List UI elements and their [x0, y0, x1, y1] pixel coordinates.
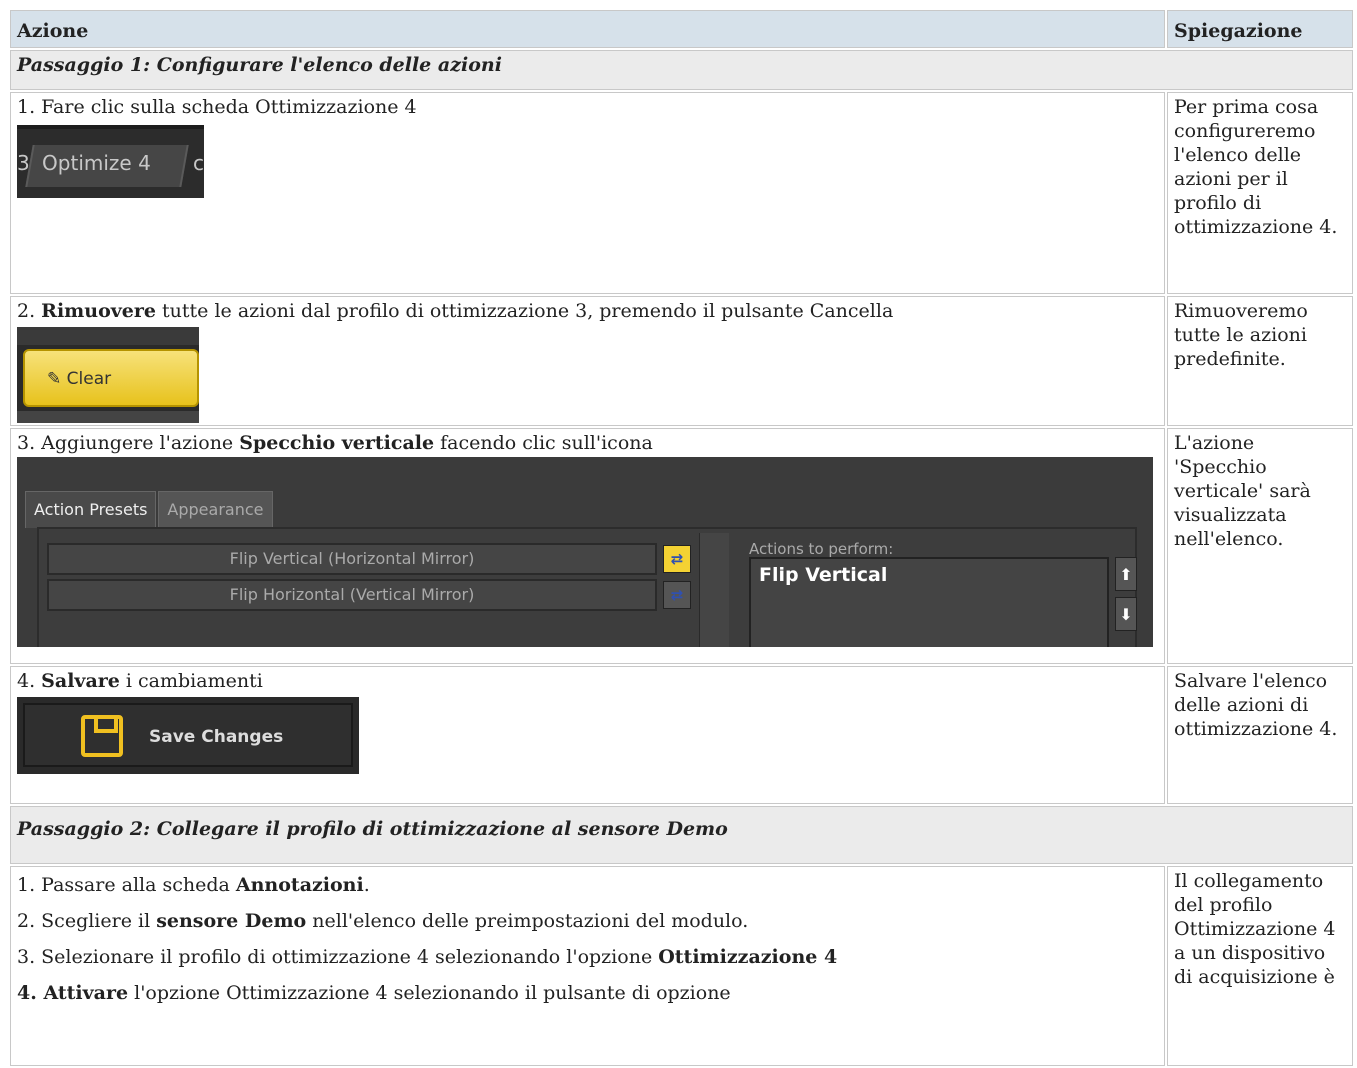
step-2-explain: Rimuoveremo tutte le azioni predefinite. [1167, 296, 1353, 426]
floppy-disk-icon [81, 715, 123, 757]
step-5-explain: Il collegamento del profilo Ottimizzazio… [1167, 866, 1353, 1066]
tab-next-label: c [193, 151, 204, 175]
step-1-text: 1. Fare clic sulla scheda Ottimizzazione… [17, 96, 417, 118]
presets-panel: Flip Vertical (Horizontal Mirror) ⇄ Flip… [37, 527, 1137, 647]
step-5-line-3: 3. Selezionare il profilo di ottimizzazi… [17, 946, 838, 968]
header-spiegazione: Spiegazione [1167, 10, 1353, 48]
clear-button-screenshot: ✎ Clear [17, 327, 199, 423]
step-4-explain: Salvare l'elenco delle azioni di ottimiz… [1167, 666, 1353, 804]
step-5-line-1: 1. Passare alla scheda Annotazioni. [17, 874, 370, 896]
step-5-cell: 1. Passare alla scheda Annotazioni. 2. S… [10, 866, 1165, 1066]
optimize-4-tab: Optimize 4 [25, 145, 189, 187]
preset-item: Flip Horizontal (Vertical Mirror) [47, 579, 657, 611]
arrow-down-icon: ⬇ [1115, 597, 1137, 631]
step-3-explain: L'azione 'Specchio verticale' sarà visua… [1167, 428, 1353, 664]
step-5-line-2: 2. Scegliere il sensore Demo nell'elenco… [17, 910, 749, 932]
step-4-cell: 4. Salvare i cambiamenti Save Changes [10, 666, 1165, 804]
save-changes-screenshot: Save Changes [17, 697, 359, 774]
add-action-icon: ⇄ [663, 581, 691, 609]
step-1-explain: Per prima cosa configureremo l'elenco de… [1167, 92, 1353, 294]
preset-item: Flip Vertical (Horizontal Mirror) [47, 543, 657, 575]
instructions-table: Azione Spiegazione Passaggio 1: Configur… [8, 8, 1355, 1068]
step-4-text: 4. Salvare i cambiamenti [17, 670, 263, 692]
tab-appearance: Appearance [158, 491, 273, 528]
section-1-title: Passaggio 1: Configurare l'elenco delle … [10, 50, 1353, 90]
step-1-cell: 1. Fare clic sulla scheda Ottimizzazione… [10, 92, 1165, 294]
action-entry: Flip Vertical [759, 564, 888, 586]
tab-action-presets: Action Presets [25, 491, 157, 528]
clear-button-image: ✎ Clear [23, 349, 199, 407]
save-changes-label: Save Changes [149, 727, 284, 747]
broom-icon: ✎ [47, 369, 62, 389]
action-presets-screenshot: Action Presets Appearance Flip Vertical (… [17, 457, 1153, 647]
add-action-icon: ⇄ [663, 545, 691, 573]
preset-scrollbar [699, 533, 729, 647]
step-2-cell: 2. Rimuovere tutte le azioni dal profilo… [10, 296, 1165, 426]
arrow-up-icon: ⬆ [1115, 557, 1137, 591]
optimize-tab-screenshot: 3 Optimize 4 c [17, 125, 204, 198]
step-3-cell: 3. Aggiungere l'azione Specchio vertical… [10, 428, 1165, 664]
actions-list: Flip Vertical [749, 557, 1109, 647]
section-2-title: Passaggio 2: Collegare il profilo di ott… [10, 806, 1353, 864]
step-2-text: 2. Rimuovere tutte le azioni dal profilo… [17, 300, 894, 322]
step-5-line-4: 4. Attivare l'opzione Ottimizzazione 4 s… [17, 982, 731, 1004]
step-3-text: 3. Aggiungere l'azione Specchio vertical… [17, 432, 653, 454]
header-azione: Azione [10, 10, 1165, 48]
